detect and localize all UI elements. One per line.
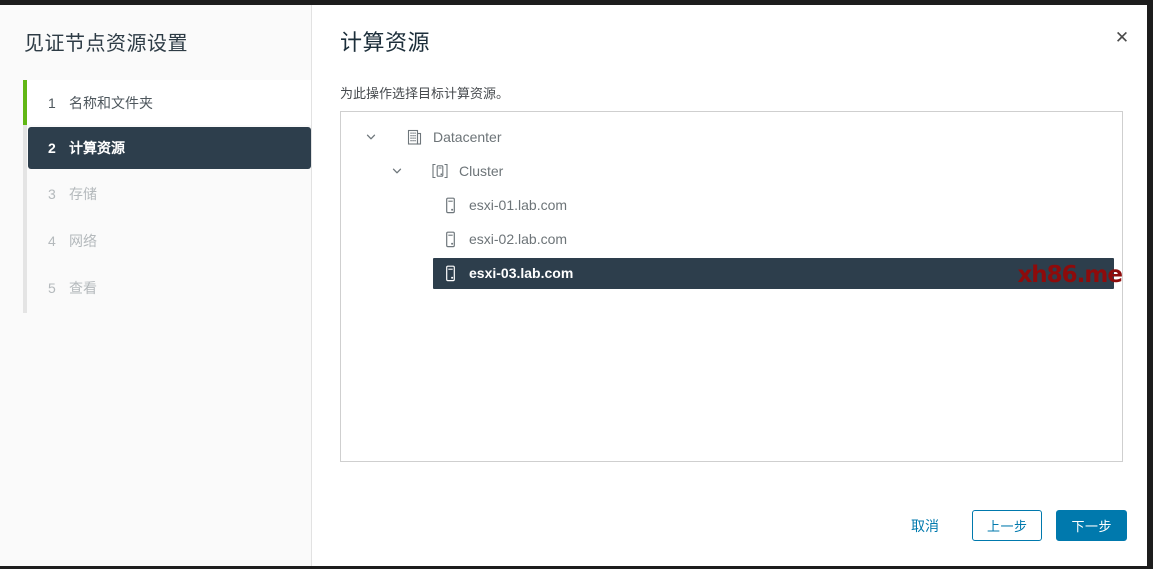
host-icon <box>441 197 459 214</box>
step-label: 计算资源 <box>69 140 125 156</box>
wizard-step-4: 4 网络 <box>23 218 311 263</box>
step-label: 查看 <box>69 279 97 296</box>
host-icon <box>441 265 459 282</box>
step-number: 5 <box>48 279 56 296</box>
wizard-step-1[interactable]: 1 名称和文件夹 <box>23 80 311 125</box>
tree-node-label: Cluster <box>459 163 504 179</box>
wizard-main-panel: 计算资源 ✕ 为此操作选择目标计算资源。 Datacenter Cluster es… <box>312 5 1147 566</box>
tree-node-esxi-03-lab-com[interactable]: esxi-03.lab.com <box>433 257 1114 289</box>
tree-node-cluster[interactable]: Cluster <box>407 156 1114 187</box>
tree-row: esxi-03.lab.com <box>341 256 1122 290</box>
host-icon <box>441 231 459 248</box>
wizard-sidebar: 见证节点资源设置 1 名称和文件夹 2 计算资源 3 存储 4 网络 5 查看 <box>0 5 312 566</box>
step-label: 名称和文件夹 <box>69 94 153 111</box>
datacenter-icon <box>405 129 423 146</box>
wizard-steps: 1 名称和文件夹 2 计算资源 3 存储 4 网络 5 查看 <box>23 80 311 313</box>
chevron-down-icon[interactable] <box>361 127 381 147</box>
tree-node-label: esxi-02.lab.com <box>469 231 568 247</box>
cancel-button[interactable]: 取消 <box>911 516 939 536</box>
chevron-down-icon[interactable] <box>387 161 407 181</box>
back-button[interactable]: 上一步 <box>971 510 1043 541</box>
wizard-title: 见证节点资源设置 <box>24 33 188 55</box>
tree-row: Cluster <box>341 154 1122 188</box>
wizard-step-2[interactable]: 2 计算资源 <box>28 127 311 169</box>
close-icon[interactable]: ✕ <box>1111 27 1133 49</box>
tree-node-esxi-01-lab-com[interactable]: esxi-01.lab.com <box>433 190 1114 221</box>
step-progress-bar <box>23 80 27 125</box>
tree-node-esxi-02-lab-com[interactable]: esxi-02.lab.com <box>433 224 1114 255</box>
tree-node-datacenter[interactable]: Datacenter <box>381 122 1114 153</box>
tree-node-label: esxi-01.lab.com <box>469 197 568 213</box>
step-number: 2 <box>48 140 56 156</box>
tree-node-label: Datacenter <box>433 129 502 145</box>
page-title: 计算资源 <box>340 30 431 55</box>
tree-row: esxi-02.lab.com <box>341 222 1122 256</box>
page-description: 为此操作选择目标计算资源。 <box>340 86 510 101</box>
resource-tree: Datacenter Cluster esxi-01.lab.com esxi-02.… <box>340 111 1123 462</box>
step-number: 3 <box>48 185 56 202</box>
step-number: 4 <box>48 232 56 249</box>
tree-node-label: esxi-03.lab.com <box>469 265 574 281</box>
tree-row: Datacenter <box>341 120 1122 154</box>
tree-row: esxi-01.lab.com <box>341 188 1122 222</box>
wizard-footer: 取消 上一步 下一步 <box>911 510 1127 541</box>
step-label: 存储 <box>69 185 97 202</box>
next-button[interactable]: 下一步 <box>1056 510 1127 541</box>
step-label: 网络 <box>69 232 97 249</box>
cluster-icon <box>431 163 449 180</box>
wizard-dialog: 见证节点资源设置 1 名称和文件夹 2 计算资源 3 存储 4 网络 5 查看 计算资源 ✕ 为此… <box>0 5 1147 566</box>
wizard-step-3: 3 存储 <box>23 171 311 216</box>
step-number: 1 <box>48 94 56 111</box>
wizard-step-5: 5 查看 <box>23 265 311 310</box>
